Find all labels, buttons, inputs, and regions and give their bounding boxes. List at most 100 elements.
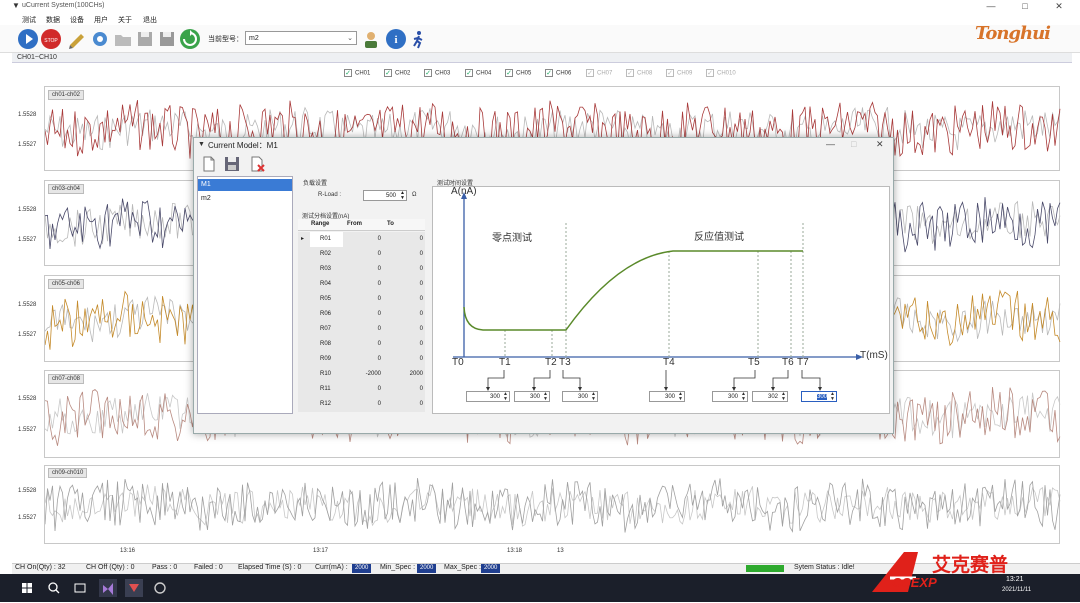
row-selector[interactable] — [298, 367, 310, 382]
channel-checkbox-ch05[interactable]: ✓ CH05 — [505, 69, 531, 79]
dialog-close-button[interactable]: ✕ — [876, 139, 884, 150]
menu-user[interactable]: 用户 — [94, 15, 108, 25]
range-table-row[interactable]: R05 0 0 — [298, 292, 425, 307]
visual-studio-icon[interactable] — [99, 579, 117, 597]
range-from[interactable]: 0 — [343, 337, 383, 352]
row-selector[interactable] — [298, 337, 310, 352]
channel-checkbox-ch03[interactable]: ✓ CH03 — [424, 69, 450, 79]
misc-app-icon[interactable] — [151, 579, 169, 597]
spinner-arrows-icon[interactable]: ▲ ▼ — [678, 392, 683, 402]
refresh-icon[interactable] — [180, 29, 200, 49]
channel-checkbox-ch01[interactable]: ✓ CH01 — [344, 69, 370, 79]
range-to[interactable]: 0 — [383, 397, 425, 412]
rload-input[interactable]: 500 ▲ ▼ — [363, 190, 407, 201]
dialog-minimize-button[interactable]: — — [826, 139, 835, 149]
spinner-arrows-icon[interactable]: ▲ ▼ — [400, 191, 405, 201]
menu-about[interactable]: 关于 — [118, 15, 132, 25]
range-table-row[interactable]: R10 -2000 2000 — [298, 367, 425, 382]
range-to[interactable]: 0 — [383, 382, 425, 397]
spinner-arrows-icon[interactable]: ▲ ▼ — [543, 392, 548, 402]
row-selector[interactable] — [298, 322, 310, 337]
range-from[interactable]: 0 — [343, 322, 383, 337]
search-icon[interactable] — [45, 579, 63, 597]
user-icon[interactable] — [361, 29, 381, 49]
range-table-row[interactable]: R04 0 0 — [298, 277, 425, 292]
windows-start-icon[interactable] — [18, 579, 36, 597]
spinner-arrows-icon[interactable]: ▲ ▼ — [591, 392, 596, 402]
open-folder-icon[interactable] — [113, 29, 133, 49]
model-select[interactable]: m2 ⌄ — [245, 31, 357, 45]
row-selector[interactable] — [298, 292, 310, 307]
range-from[interactable]: -2000 — [343, 367, 383, 382]
range-to[interactable]: 0 — [383, 262, 425, 277]
channel-checkbox-ch07[interactable]: ✓ CH07 — [586, 69, 612, 79]
range-from[interactable]: 0 — [343, 352, 383, 367]
edit-icon[interactable] — [67, 29, 87, 49]
channel-checkbox-ch08[interactable]: ✓ CH08 — [626, 69, 652, 79]
range-to[interactable]: 0 — [383, 277, 425, 292]
channel-checkbox-ch09[interactable]: ✓ CH09 — [666, 69, 692, 79]
spinner-arrows-icon[interactable]: ▲ ▼ — [781, 392, 786, 402]
range-to[interactable]: 0 — [383, 307, 425, 322]
range-to[interactable]: 0 — [383, 247, 425, 262]
stop-icon[interactable]: STOP — [41, 29, 61, 49]
row-selector[interactable] — [298, 397, 310, 412]
t-interval-input-5[interactable]: 300 ▲ ▼ — [712, 391, 748, 402]
settings-icon[interactable] — [90, 29, 110, 49]
row-selector[interactable] — [298, 382, 310, 397]
range-table-row[interactable]: R12 0 0 — [298, 397, 425, 412]
range-from[interactable]: 0 — [343, 277, 383, 292]
menu-test[interactable]: 测试 — [22, 15, 36, 25]
info-icon[interactable]: i — [386, 29, 406, 49]
dialog-maximize-button[interactable]: □ — [851, 139, 856, 149]
start-icon[interactable] — [18, 29, 38, 49]
range-to[interactable]: 0 — [383, 337, 425, 352]
range-table-row[interactable]: R07 0 0 — [298, 322, 425, 337]
channel-checkbox-ch010[interactable]: ✓ CH010 — [706, 69, 736, 79]
row-selector[interactable] — [298, 277, 310, 292]
menu-data[interactable]: 数据 — [46, 15, 60, 25]
t-interval-input-1[interactable]: 300 ▲ ▼ — [466, 391, 510, 402]
channel-checkbox-ch02[interactable]: ✓ CH02 — [384, 69, 410, 79]
range-table-row[interactable]: R02 0 0 — [298, 247, 425, 262]
new-file-icon[interactable] — [201, 156, 217, 172]
range-table-row[interactable]: R06 0 0 — [298, 307, 425, 322]
range-from[interactable]: 0 — [343, 262, 383, 277]
range-from[interactable]: 0 — [343, 382, 383, 397]
row-selector[interactable] — [298, 247, 310, 262]
range-to[interactable]: 2000 — [383, 367, 425, 382]
channel-checkbox-ch06[interactable]: ✓ CH06 — [545, 69, 571, 79]
range-to[interactable]: 0 — [383, 232, 425, 247]
exit-walk-icon[interactable] — [408, 29, 428, 49]
row-selector[interactable] — [298, 307, 310, 322]
spinner-arrows-icon[interactable]: ▲ ▼ — [830, 392, 835, 402]
close-button[interactable]: ✕ — [1046, 0, 1072, 13]
save-icon[interactable] — [224, 156, 240, 172]
save-as-icon[interactable] — [157, 29, 177, 49]
maximize-button[interactable]: □ — [1012, 0, 1038, 13]
t-interval-input-6[interactable]: 302 ▲ ▼ — [752, 391, 788, 402]
row-selector[interactable]: ▸ — [298, 232, 310, 247]
range-from[interactable]: 0 — [343, 247, 383, 262]
row-selector[interactable] — [298, 262, 310, 277]
range-table-row[interactable]: R11 0 0 — [298, 382, 425, 397]
delete-file-icon[interactable] — [250, 156, 266, 172]
menu-device[interactable]: 设备 — [70, 15, 84, 25]
range-to[interactable]: 0 — [383, 352, 425, 367]
range-from[interactable]: 0 — [343, 292, 383, 307]
range-table-row[interactable]: R09 0 0 — [298, 352, 425, 367]
model-list-item-m2[interactable]: m2 — [198, 193, 292, 205]
t-interval-input-2[interactable]: 300 ▲ ▼ — [514, 391, 550, 402]
t-interval-input-3[interactable]: 300 ▲ ▼ — [562, 391, 598, 402]
spinner-arrows-icon[interactable]: ▲ ▼ — [741, 392, 746, 402]
model-list-item-m1[interactable]: M1 — [198, 179, 292, 191]
row-selector[interactable] — [298, 352, 310, 367]
spinner-arrows-icon[interactable]: ▲ ▼ — [503, 392, 508, 402]
range-from[interactable]: 0 — [343, 307, 383, 322]
channel-checkbox-ch04[interactable]: ✓ CH04 — [465, 69, 491, 79]
range-to[interactable]: 0 — [383, 292, 425, 307]
range-table-row[interactable]: ▸ R01 0 0 — [298, 232, 425, 247]
task-view-icon[interactable] — [71, 579, 89, 597]
t-interval-input-4[interactable]: 300 ▲ ▼ — [649, 391, 685, 402]
range-table-row[interactable]: R03 0 0 — [298, 262, 425, 277]
